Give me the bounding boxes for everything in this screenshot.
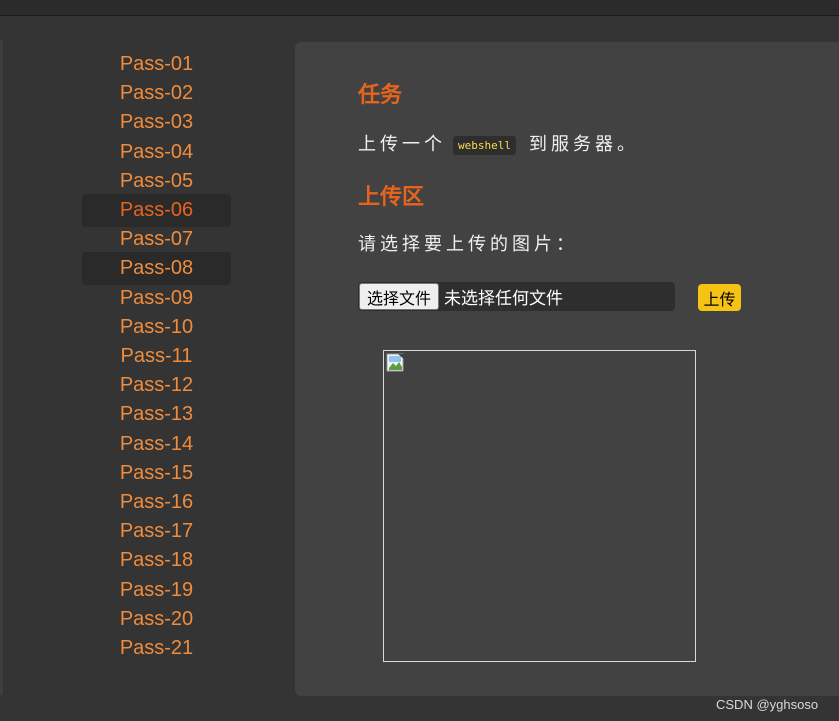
- sidebar-item-pass-07[interactable]: Pass-07: [82, 223, 231, 256]
- task-text-before: 上传一个: [358, 134, 446, 154]
- watermark: CSDN @yghsoso: [716, 697, 819, 712]
- broken-image-icon: [386, 353, 405, 372]
- sidebar-item-pass-12[interactable]: Pass-12: [82, 369, 231, 402]
- sidebar-item-pass-21[interactable]: Pass-21: [82, 632, 231, 665]
- sidebar-item-pass-20[interactable]: Pass-20: [82, 603, 231, 636]
- task-text-after: 到服务器。: [529, 134, 640, 154]
- code-snippet: webshell: [453, 135, 516, 155]
- sidebar-item-pass-01[interactable]: Pass-01: [82, 48, 231, 81]
- image-preview: [383, 350, 696, 662]
- sidebar-item-pass-13[interactable]: Pass-13: [82, 398, 231, 431]
- file-status-text: 未选择任何文件: [444, 289, 564, 308]
- top-bar: [0, 0, 839, 16]
- sidebar-item-pass-06[interactable]: Pass-06: [82, 194, 231, 227]
- sidebar-item-pass-17[interactable]: Pass-17: [82, 515, 231, 548]
- sidebar-item-pass-14[interactable]: Pass-14: [82, 428, 231, 461]
- task-title: 任务: [358, 82, 403, 107]
- upload-prompt: 请选择要上传的图片：: [358, 234, 578, 254]
- sidebar-item-pass-02[interactable]: Pass-02: [82, 77, 231, 110]
- sidebar-item-pass-05[interactable]: Pass-05: [82, 165, 231, 198]
- sidebar-item-pass-03[interactable]: Pass-03: [82, 106, 231, 139]
- upload-button[interactable]: 上传: [698, 284, 741, 311]
- choose-file-button[interactable]: 选择文件: [359, 283, 440, 310]
- sidebar-item-pass-15[interactable]: Pass-15: [82, 457, 231, 490]
- sidebar-item-pass-19[interactable]: Pass-19: [82, 574, 231, 607]
- file-input[interactable]: 选择文件 未选择任何文件: [358, 282, 675, 311]
- sidebar-item-pass-18[interactable]: Pass-18: [82, 544, 231, 577]
- sidebar-item-pass-09[interactable]: Pass-09: [82, 282, 231, 315]
- sidebar-item-pass-10[interactable]: Pass-10: [82, 311, 231, 344]
- sidebar-item-pass-11[interactable]: Pass-11: [82, 340, 231, 373]
- upload-title: 上传区: [358, 184, 425, 209]
- sidebar-item-pass-16[interactable]: Pass-16: [82, 486, 231, 519]
- main-panel: 任务 上传一个 webshell 到服务器。 上传区 请选择要上传的图片： 选择…: [295, 42, 839, 696]
- sidebar-item-pass-08[interactable]: Pass-08: [82, 252, 231, 286]
- sidebar-item-pass-04[interactable]: Pass-04: [82, 136, 231, 169]
- task-description: 上传一个 webshell 到服务器。: [358, 130, 639, 156]
- sidebar-nav: Pass-01 Pass-02 Pass-03 Pass-04 Pass-05 Pass-…: [0, 40, 295, 695]
